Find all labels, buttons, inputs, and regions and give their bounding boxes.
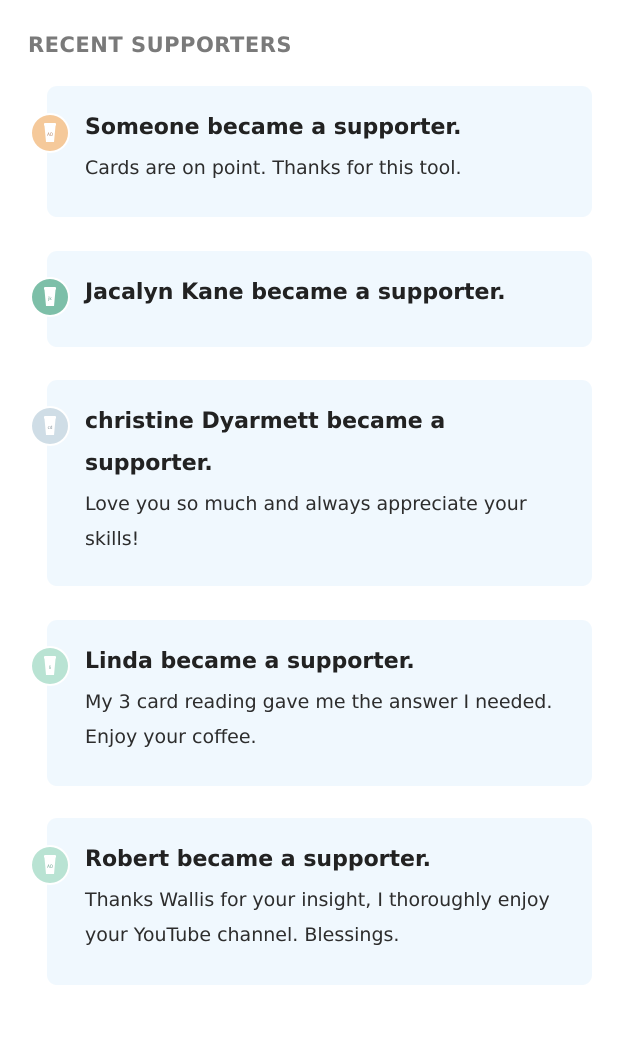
supporter-avatar[interactable]: jk (32, 279, 68, 315)
coffee-cup-icon: li (44, 656, 56, 675)
avatar-initials: cd (48, 425, 53, 430)
avatar-initials: jk (47, 296, 52, 301)
supporter-message: My 3 card reading gave me the answer I n… (85, 691, 553, 748)
supporter-avatar[interactable]: AO (32, 115, 68, 151)
coffee-cup-icon: AO (44, 855, 56, 874)
supporter-card: Jacalyn Kane became a supporter. (47, 251, 592, 347)
supporter-avatar[interactable]: AO (32, 847, 68, 883)
coffee-cup-icon: cd (44, 416, 56, 435)
supporter-card: Linda became a supporter. My 3 card read… (47, 620, 592, 786)
supporter-title: christine Dyarmett became a supporter. (85, 409, 446, 476)
supporter-card: Robert became a supporter. Thanks Wallis… (47, 818, 592, 985)
supporter-title: Linda became a supporter. (85, 649, 415, 674)
coffee-cup-icon: jk (44, 287, 56, 306)
supporter-card: Someone became a supporter. Cards are on… (47, 86, 592, 217)
supporter-avatar[interactable]: cd (32, 408, 68, 444)
supporter-title: Jacalyn Kane became a supporter. (85, 280, 506, 305)
supporter-avatar[interactable]: li (32, 648, 68, 684)
avatar-initials: li (49, 665, 51, 670)
supporter-message: Thanks Wallis for your insight, I thorou… (85, 889, 550, 946)
section-title: RECENT SUPPORTERS (28, 33, 292, 57)
coffee-cup-icon: AO (44, 123, 56, 142)
supporter-card: christine Dyarmett became a supporter. L… (47, 380, 592, 586)
supporter-title: Robert became a supporter. (85, 847, 432, 872)
supporter-title: Someone became a supporter. (85, 115, 462, 140)
avatar-initials: AO (47, 132, 53, 137)
supporter-message: Cards are on point. Thanks for this tool… (85, 157, 462, 179)
avatar-initials: AO (47, 864, 53, 869)
supporter-message: Love you so much and always appreciate y… (85, 493, 527, 550)
